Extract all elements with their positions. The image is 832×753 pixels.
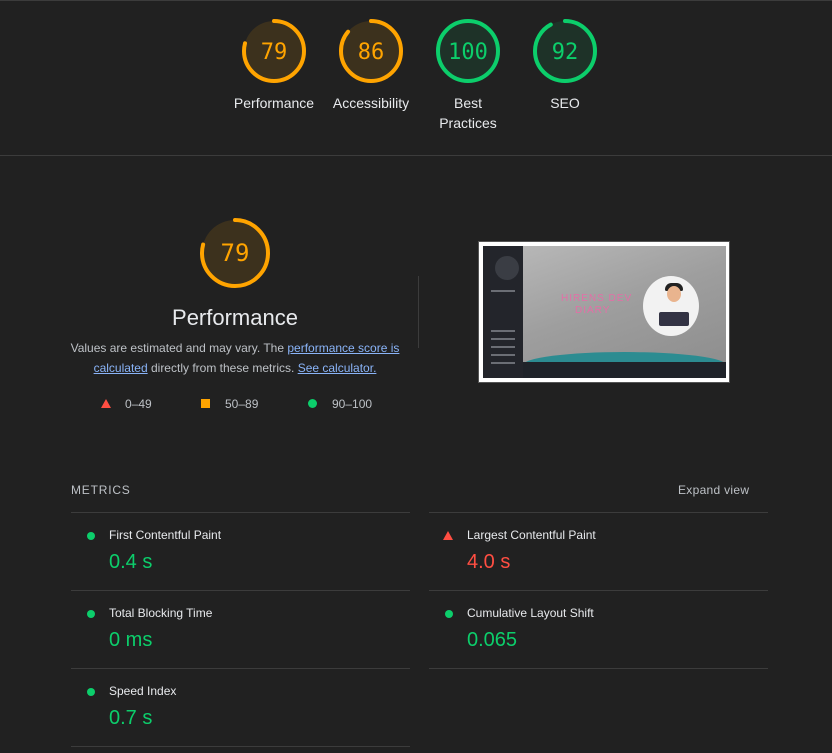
gauge-performance[interactable]: 79 Performance bbox=[224, 18, 324, 113]
metric-value: 0.7 s bbox=[109, 707, 153, 729]
gauge-label: Accessibility bbox=[332, 95, 410, 111]
thumbnail-menu-line bbox=[491, 354, 515, 356]
metric-value: 4.0 s bbox=[467, 551, 511, 573]
metrics-heading: METRICS bbox=[71, 483, 131, 497]
metrics-rule bbox=[71, 746, 410, 747]
square-icon bbox=[201, 399, 210, 408]
metrics-rule bbox=[429, 668, 768, 669]
gauge-seo[interactable]: 92 SEO bbox=[515, 18, 615, 113]
pass-circle-icon bbox=[87, 688, 95, 696]
gauge-score: 92 bbox=[551, 40, 579, 65]
thumbnail-sidebar bbox=[483, 246, 523, 378]
see-calculator-link[interactable]: See calculator. bbox=[298, 361, 377, 375]
category-gauges: 79 Performance 86 Accessibility 100 Best… bbox=[0, 0, 832, 155]
metric-value: 0 ms bbox=[109, 629, 153, 651]
page-screenshot-thumbnail[interactable]: HIRENS DEV DIARY bbox=[478, 241, 730, 383]
metric-cumulative-layout-shift[interactable]: Cumulative Layout Shift 0.065 bbox=[429, 591, 767, 669]
expand-view-toggle[interactable]: Expand view bbox=[678, 482, 749, 498]
metric-label: Total Blocking Time bbox=[109, 606, 213, 620]
metric-label: Speed Index bbox=[109, 684, 177, 698]
metric-largest-contentful-paint[interactable]: Largest Contentful Paint 4.0 s bbox=[429, 513, 767, 591]
vertical-separator bbox=[418, 276, 419, 348]
pass-circle-icon bbox=[87, 532, 95, 540]
gauge-score: 100 bbox=[448, 40, 488, 65]
metric-value: 0.4 s bbox=[109, 551, 153, 573]
thumbnail-hero: HIRENS DEV DIARY bbox=[523, 246, 726, 378]
gauge-label: SEO bbox=[550, 95, 580, 111]
thumbnail-menu-line bbox=[491, 362, 515, 364]
metric-speed-index[interactable]: Speed Index 0.7 s bbox=[71, 669, 409, 747]
gauge-label: Performance bbox=[233, 95, 315, 111]
gauge-accessibility[interactable]: 86 Accessibility bbox=[321, 18, 421, 113]
pass-circle-icon bbox=[87, 610, 95, 618]
thumbnail-avatar bbox=[495, 256, 519, 280]
legend-pass-range: 90–100 bbox=[332, 397, 373, 411]
pass-circle-icon bbox=[445, 610, 453, 618]
legend-fail-range: 0–49 bbox=[125, 397, 152, 411]
section-divider bbox=[0, 155, 832, 156]
gauge-label: Best Practices bbox=[439, 95, 497, 131]
thumbnail-menu-line bbox=[491, 330, 515, 332]
metric-label: Cumulative Layout Shift bbox=[467, 606, 594, 620]
thumbnail-heading-line2: DIARY bbox=[575, 305, 611, 316]
performance-title: Performance bbox=[172, 305, 298, 330]
gauge-best-practices[interactable]: 100 Best Practices bbox=[418, 18, 518, 133]
gauge-score: 79 bbox=[260, 40, 288, 65]
thumbnail-menu-line bbox=[491, 338, 515, 340]
thumbnail-footer bbox=[523, 362, 726, 378]
thumbnail-menu-line bbox=[491, 346, 515, 348]
fail-triangle-icon bbox=[443, 531, 453, 540]
thumbnail-illustration-head bbox=[667, 286, 681, 302]
metric-total-blocking-time[interactable]: Total Blocking Time 0 ms bbox=[71, 591, 409, 669]
desc-middle: directly from these metrics. bbox=[147, 361, 298, 375]
metric-label: First Contentful Paint bbox=[109, 528, 222, 542]
triangle-icon bbox=[101, 399, 111, 408]
circle-icon bbox=[308, 399, 317, 408]
laptop-icon bbox=[659, 312, 689, 326]
thumbnail-heading-line1: HIRENS DEV bbox=[561, 293, 633, 304]
metric-label: Largest Contentful Paint bbox=[467, 528, 596, 542]
metric-first-contentful-paint[interactable]: First Contentful Paint 0.4 s bbox=[71, 513, 409, 591]
performance-description: Values are estimated and may vary. The p… bbox=[66, 338, 404, 378]
legend-average-range: 50–89 bbox=[225, 397, 259, 411]
gauge-score: 86 bbox=[357, 40, 385, 65]
thumbnail-menu-line bbox=[491, 290, 515, 292]
performance-score: 79 bbox=[220, 239, 250, 267]
metric-value: 0.065 bbox=[467, 629, 518, 651]
desc-prefix: Values are estimated and may vary. The bbox=[70, 341, 288, 355]
